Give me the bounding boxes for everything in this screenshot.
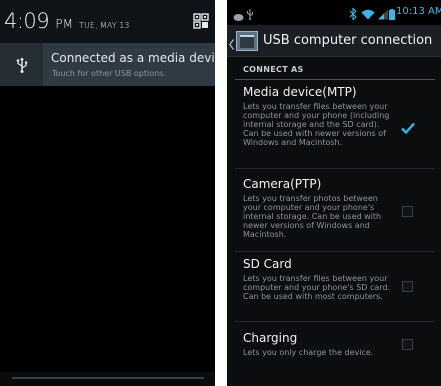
checkbox-unchecked-icon[interactable] <box>402 206 413 217</box>
notification-icon <box>233 7 244 26</box>
option-charging[interactable]: Charging Lets you only charge the device… <box>227 331 441 363</box>
option-description: Lets you only charge the device. <box>243 348 374 357</box>
section-divider <box>235 79 435 80</box>
action-bar: USB computer connection <box>227 25 441 57</box>
option-title: SD Card <box>243 257 292 271</box>
option-divider <box>235 168 435 169</box>
usb-settings-screen: 10:13 AM USB computer connection CONNECT… <box>227 0 441 386</box>
option-title: Media device(MTP) <box>243 85 357 99</box>
usb-icon <box>0 43 43 86</box>
settings-list: CONNECT AS Media device(MTP) Lets you tr… <box>227 57 441 386</box>
clock-time: 4:09 <box>4 9 50 33</box>
option-title: Camera(PTP) <box>243 177 322 191</box>
clock-ampm: PM <box>55 17 73 31</box>
bluetooth-icon <box>349 5 357 24</box>
option-sd-card[interactable]: SD Card Lets you transfer files between … <box>227 257 441 315</box>
clock-date: TUE, MAY 13 <box>79 21 130 30</box>
settings-app-icon[interactable] <box>236 31 258 51</box>
option-media-device[interactable]: Media device(MTP) Lets you transfer file… <box>227 85 441 163</box>
usb-notification[interactable]: Connected as a media device Touch for ot… <box>0 43 215 86</box>
checkbox-checked-icon[interactable] <box>401 119 415 138</box>
option-camera[interactable]: Camera(PTP) Lets you transfer photos bet… <box>227 177 441 245</box>
status-time: 10:13 AM <box>396 6 441 17</box>
checkbox-unchecked-icon[interactable] <box>402 281 413 292</box>
status-bar: 10:13 AM <box>227 0 441 25</box>
option-description: Lets you transfer photos between your co… <box>243 194 382 239</box>
back-icon[interactable] <box>229 35 234 54</box>
page-title: USB computer connection <box>263 33 433 48</box>
notification-title: Connected as a media device <box>51 51 215 65</box>
section-header: CONNECT AS <box>243 65 304 74</box>
shade-handle[interactable] <box>0 372 215 386</box>
shade-header: 4:09 PM TUE, MAY 13 <box>0 0 215 43</box>
option-description: Lets you transfer files between your com… <box>243 102 390 147</box>
notification-shade-screen: 4:09 PM TUE, MAY 13 Connected as a media… <box>0 0 215 386</box>
option-divider <box>235 251 435 252</box>
notification-subtitle: Touch for other USB options. <box>52 69 166 78</box>
battery-icon <box>389 5 395 24</box>
checkbox-unchecked-icon[interactable] <box>402 339 413 350</box>
option-title: Charging <box>243 331 298 345</box>
option-description: Lets you transfer files between your com… <box>243 274 391 301</box>
signal-icon <box>378 5 388 24</box>
option-divider <box>235 321 435 322</box>
usb-icon <box>246 5 254 24</box>
wifi-icon <box>361 5 375 24</box>
quick-settings-icon[interactable] <box>193 13 209 29</box>
shade-handle-bar <box>12 377 204 379</box>
clock: 4:09 PM TUE, MAY 13 <box>4 9 129 33</box>
